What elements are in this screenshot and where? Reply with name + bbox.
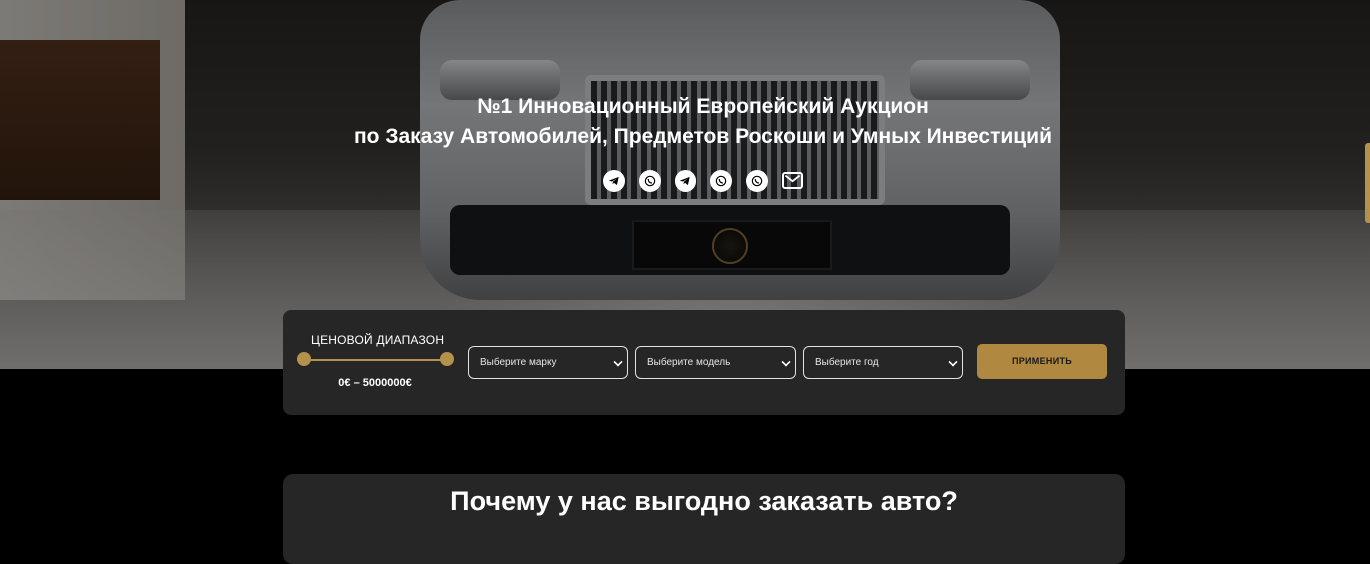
price-range-label: ЦЕНОВОЙ ДИАПАЗОН — [311, 333, 445, 347]
whatsapp-icon[interactable] — [710, 170, 733, 192]
side-tab[interactable] — [1365, 143, 1370, 223]
model-select-value: Выберите модель — [647, 357, 731, 368]
year-select[interactable]: Выберите год — [803, 346, 963, 379]
why-heading: Почему у нас выгодно заказать авто? — [450, 486, 958, 516]
hero-title-line1: №1 Инновационный Европейский Аукцион — [477, 95, 929, 118]
telegram-icon[interactable] — [674, 170, 697, 192]
year-select-value: Выберите год — [815, 357, 879, 368]
why-section: Почему у нас выгодно заказать авто? — [283, 474, 1125, 564]
brand-select-value: Выберите марку — [480, 357, 557, 368]
chevron-down-icon — [781, 357, 791, 367]
whatsapp-icon[interactable] — [638, 170, 661, 192]
chevron-down-icon — [613, 357, 623, 367]
price-range-value: 0€ – 5000000€ — [338, 377, 412, 389]
apply-button[interactable]: ПРИМЕНИТЬ — [977, 344, 1107, 379]
telegram-icon[interactable] — [603, 170, 625, 192]
price-range-track[interactable] — [304, 359, 446, 361]
social-links — [603, 170, 803, 192]
hero-title: №1 Инновационный Европейский Аукцион по … — [0, 92, 1370, 152]
whatsapp-icon[interactable] — [746, 170, 768, 192]
search-filter-panel: ЦЕНОВОЙ ДИАПАЗОН 0€ – 5000000€ Выберите … — [283, 310, 1125, 415]
model-select[interactable]: Выберите модель — [635, 346, 796, 379]
hero-title-line2: по Заказу Автомобилей, Предметов Роскоши… — [353, 125, 1052, 148]
brand-select[interactable]: Выберите марку — [468, 346, 628, 379]
mail-icon[interactable] — [781, 172, 803, 189]
chevron-down-icon — [948, 357, 958, 367]
price-range-min-handle[interactable] — [297, 352, 311, 366]
price-range-max-handle[interactable] — [440, 352, 454, 366]
